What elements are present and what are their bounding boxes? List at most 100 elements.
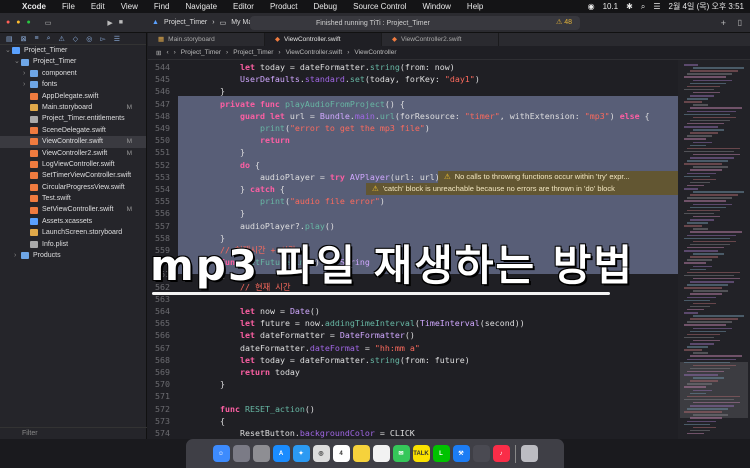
menu-app-name[interactable]: Xcode bbox=[22, 2, 53, 11]
tree-item[interactable]: Assets.xcassets bbox=[0, 216, 146, 227]
line-icon[interactable]: L bbox=[432, 445, 450, 462]
wifi-icon[interactable]: ◉ bbox=[588, 2, 595, 11]
calendar-icon[interactable]: 4 bbox=[332, 445, 350, 462]
search-icon[interactable]: ⌕ bbox=[641, 2, 645, 12]
code-line[interactable]: 565 let future = now.addingTimeInterval(… bbox=[148, 317, 678, 329]
menu-edit[interactable]: Edit bbox=[91, 2, 112, 11]
safari-icon[interactable]: ✦ bbox=[292, 445, 310, 462]
tab-viewcontroller2[interactable]: ◆ ViewController2.swift bbox=[382, 33, 499, 46]
source-control-icon[interactable]: ⊠ bbox=[21, 35, 27, 43]
test-icon[interactable]: ◇ bbox=[73, 35, 78, 43]
disclosure-icon[interactable]: › bbox=[23, 79, 30, 90]
battery-percent[interactable]: 10.1 bbox=[603, 2, 619, 11]
disclosure-icon[interactable]: › bbox=[14, 250, 21, 261]
code-line[interactable]: 570 } bbox=[148, 378, 678, 390]
simulator-icon[interactable] bbox=[472, 445, 490, 462]
related-items-icon[interactable]: ⊞ bbox=[156, 49, 161, 57]
tree-item[interactable]: SetTimerViewController.swift bbox=[0, 170, 146, 181]
tree-item[interactable]: ⌄ Project_Timer bbox=[0, 56, 146, 67]
code-line[interactable]: 564 let now = Date() bbox=[148, 305, 678, 317]
tree-item[interactable]: Main.storyboard M bbox=[0, 102, 146, 113]
tree-item[interactable]: SetViewController.swift M bbox=[0, 204, 146, 215]
close-window-icon[interactable]: ● bbox=[6, 19, 10, 27]
tree-item[interactable]: ViewController2.swift M bbox=[0, 148, 146, 159]
tree-item[interactable]: AppDelegate.swift bbox=[0, 91, 146, 102]
code-line[interactable]: 568 let today = dateFormatter.string(fro… bbox=[148, 354, 678, 366]
scheme-selector[interactable]: ▲ Project_Timer › ▭ My Mac bbox=[152, 19, 256, 27]
reminders-icon[interactable] bbox=[372, 445, 390, 462]
disclosure-icon[interactable]: › bbox=[23, 68, 30, 79]
back-icon[interactable]: ‹ bbox=[166, 49, 168, 56]
jump-symbol[interactable]: ViewController bbox=[354, 49, 396, 56]
menu-source-control[interactable]: Source Control bbox=[353, 2, 413, 11]
jump-file[interactable]: ViewController.swift bbox=[286, 49, 343, 56]
add-icon[interactable]: + bbox=[721, 18, 726, 28]
menu-navigate[interactable]: Navigate bbox=[185, 2, 224, 11]
inspector-toggle-icon[interactable]: ▯ bbox=[738, 18, 742, 27]
menu-find[interactable]: Find bbox=[154, 2, 177, 11]
code-line[interactable]: 557 audioPlayer?.play() bbox=[148, 220, 678, 232]
sidebar-toggle-icon[interactable]: ▭ bbox=[45, 19, 52, 27]
disclosure-icon[interactable]: ⌄ bbox=[14, 56, 21, 67]
code-line[interactable]: 567 dateFormatter.dateFormat = "hh:mm a" bbox=[148, 342, 678, 354]
code-line[interactable]: 573 { bbox=[148, 415, 678, 427]
symbol-icon[interactable]: ≡ bbox=[35, 35, 39, 42]
jump-group[interactable]: Project_Timer bbox=[233, 49, 273, 56]
zoom-window-icon[interactable]: ● bbox=[26, 19, 30, 27]
warning-counter[interactable]: ⚠ 48 bbox=[556, 18, 572, 26]
code-line[interactable]: 566 let dateFormatter = DateFormatter() bbox=[148, 329, 678, 341]
code-line[interactable]: 547 private func playAudioFromProject() … bbox=[148, 98, 678, 110]
menu-help[interactable]: Help bbox=[467, 2, 490, 11]
code-line[interactable]: 548 guard let url = Bundle.main.url(forR… bbox=[148, 110, 678, 122]
tree-item[interactable]: › component bbox=[0, 68, 146, 79]
minimap[interactable] bbox=[678, 60, 750, 439]
tree-item[interactable]: ⌄ Project_Timer bbox=[0, 45, 146, 56]
finder-icon[interactable]: ☺ bbox=[212, 445, 230, 462]
disclosure-icon[interactable]: ⌄ bbox=[5, 45, 12, 56]
code-line[interactable]: 552 do { bbox=[148, 159, 678, 171]
menu-window[interactable]: Window bbox=[422, 2, 457, 11]
warning-banner[interactable]: ⚠'catch' block is unreachable because no… bbox=[366, 183, 678, 195]
find-icon[interactable]: ⌕ bbox=[47, 35, 51, 43]
code-line[interactable]: 555 print("audio file error") bbox=[148, 195, 678, 207]
code-line[interactable]: 551 } bbox=[148, 146, 678, 158]
settings-icon[interactable] bbox=[252, 445, 270, 462]
music-icon[interactable]: ♪ bbox=[492, 445, 510, 462]
clock[interactable]: 2월 4일 (목) 오후 3:51 bbox=[669, 1, 745, 12]
forward-icon[interactable]: › bbox=[174, 49, 176, 56]
control-center-icon[interactable]: ☰ bbox=[653, 2, 660, 11]
tab-viewcontroller[interactable]: ◆ ViewController.swift bbox=[265, 33, 382, 46]
tree-item[interactable]: CircularProgressView.swift bbox=[0, 182, 146, 193]
code-line[interactable]: 569 return today bbox=[148, 366, 678, 378]
code-line[interactable]: 549 print("error to get the mp3 file") bbox=[148, 122, 678, 134]
trash-icon[interactable] bbox=[520, 445, 538, 462]
folder-icon[interactable]: ▤ bbox=[6, 35, 13, 43]
report-icon[interactable]: ☰ bbox=[114, 35, 120, 43]
issue-icon[interactable]: ⚠ bbox=[59, 35, 65, 43]
menu-view[interactable]: View bbox=[121, 2, 145, 11]
code-line[interactable]: 545 UserDefaults.standard.set(today, for… bbox=[148, 73, 678, 85]
tree-item[interactable]: Info.plist bbox=[0, 239, 146, 250]
minimize-window-icon[interactable]: ● bbox=[16, 19, 20, 27]
launchpad-icon[interactable] bbox=[232, 445, 250, 462]
tree-item[interactable]: ViewController.swift M bbox=[0, 136, 146, 148]
code-line[interactable]: 571 bbox=[148, 390, 678, 402]
code-line[interactable]: 544 let today = dateFormatter.string(fro… bbox=[148, 61, 678, 73]
tree-item[interactable]: › fonts bbox=[0, 79, 146, 90]
code-line[interactable]: 574 ResetButton.backgroundColor = CLICK bbox=[148, 427, 678, 439]
messages-icon[interactable]: ✉ bbox=[392, 445, 410, 462]
tree-item[interactable]: LogViewController.swift bbox=[0, 159, 146, 170]
menu-file[interactable]: File bbox=[62, 2, 82, 11]
kakaotalk-icon[interactable]: TALK bbox=[412, 445, 430, 462]
tree-item[interactable]: Project_Timer.entitlements bbox=[0, 113, 146, 124]
menu-product[interactable]: Product bbox=[270, 2, 305, 11]
tree-item[interactable]: SceneDelegate.swift bbox=[0, 125, 146, 136]
tree-item[interactable]: LaunchScreen.storyboard bbox=[0, 227, 146, 238]
code-line[interactable]: 556 } bbox=[148, 207, 678, 219]
notes-icon[interactable] bbox=[352, 445, 370, 462]
debug-icon[interactable]: ◎ bbox=[86, 35, 92, 43]
breakpoint-icon[interactable]: ▻ bbox=[100, 35, 105, 43]
appstore-icon[interactable]: A bbox=[272, 445, 290, 462]
filter-field[interactable]: Filter bbox=[0, 427, 147, 439]
tree-item[interactable]: › Products bbox=[0, 250, 146, 261]
